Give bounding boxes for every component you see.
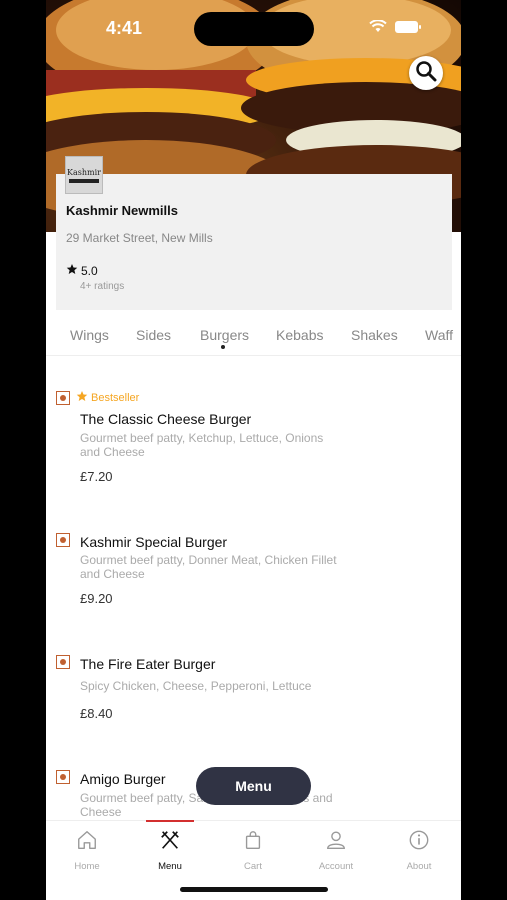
tab-home[interactable]: Home — [57, 829, 117, 872]
veg-marker-icon — [56, 770, 70, 784]
tab-about-label: About — [406, 861, 432, 872]
logo-text: Kashmir — [67, 167, 101, 177]
item-name: The Classic Cheese Burger — [80, 411, 252, 427]
restaurant-name: Kashmir Newmills — [66, 203, 178, 218]
star-icon — [66, 263, 78, 278]
rating-value: 5.0 — [81, 263, 98, 278]
battery-icon — [395, 20, 421, 38]
rating-count: 4+ ratings — [80, 281, 125, 292]
item-name: The Fire Eater Burger — [80, 656, 216, 672]
dynamic-island — [194, 12, 314, 46]
item-description: Gourmet beef patty, Donner Meat, Chicken… — [80, 553, 337, 581]
restaurant-logo: Kashmir — [65, 156, 103, 194]
status-icons — [369, 19, 421, 38]
veg-marker-icon — [56, 655, 70, 669]
item-description: Gourmet beef patty, Ketchup, Lettuce, On… — [80, 431, 324, 459]
active-tab-indicator — [221, 345, 225, 349]
app-screen: 4:41 Kashmir Kashmir Newmills 29 Market … — [46, 0, 461, 900]
tab-burgers[interactable]: Burgers — [200, 327, 249, 343]
item-name: Kashmir Special Burger — [80, 534, 228, 550]
veg-marker-icon — [56, 533, 70, 547]
tab-home-label: Home — [74, 861, 100, 872]
item-price: £8.40 — [80, 706, 113, 721]
tab-account[interactable]: Account — [306, 829, 366, 872]
tab-cart[interactable]: Cart — [223, 829, 283, 872]
item-price: £9.20 — [80, 591, 113, 606]
bestseller-badge: Bestseller — [76, 390, 139, 405]
veg-marker-icon — [56, 391, 70, 405]
tab-wings[interactable]: Wings — [70, 327, 109, 343]
tab-shakes[interactable]: Shakes — [351, 327, 398, 343]
tab-menu[interactable]: Menu — [140, 829, 200, 872]
search-button[interactable] — [409, 56, 443, 90]
fork-knife-icon — [159, 829, 181, 856]
active-tab-underline — [146, 820, 194, 822]
badge-label: Bestseller — [91, 391, 140, 404]
item-price: £7.20 — [80, 469, 113, 484]
tab-about[interactable]: About — [389, 829, 449, 872]
tab-cart-label: Cart — [244, 861, 262, 872]
tab-account-label: Account — [318, 861, 354, 872]
category-tabs: Wings Sides Burgers Kebabs Shakes Waff — [46, 316, 461, 356]
tab-sides[interactable]: Sides — [136, 327, 171, 343]
tab-waffles[interactable]: Waff — [425, 327, 453, 343]
item-description: Spicy Chicken, Cheese, Pepperoni, Lettuc… — [80, 679, 312, 693]
home-icon — [76, 829, 98, 856]
tab-menu-label: Menu — [158, 861, 182, 872]
bag-icon — [242, 829, 264, 856]
home-indicator — [180, 887, 328, 892]
wifi-icon — [369, 19, 387, 38]
status-time: 4:41 — [106, 18, 143, 38]
menu-float-button[interactable]: Menu — [196, 767, 311, 805]
info-icon — [408, 829, 430, 856]
tab-kebabs[interactable]: Kebabs — [276, 327, 323, 343]
restaurant-address: 29 Market Street, New Mills — [66, 231, 213, 245]
item-name: Amigo Burger — [80, 771, 166, 787]
person-icon — [325, 829, 347, 856]
restaurant-info-card: Kashmir Kashmir Newmills 29 Market Stree… — [56, 156, 452, 310]
star-icon — [76, 390, 88, 405]
search-icon — [415, 60, 437, 87]
rating: 5.0 — [66, 263, 98, 278]
